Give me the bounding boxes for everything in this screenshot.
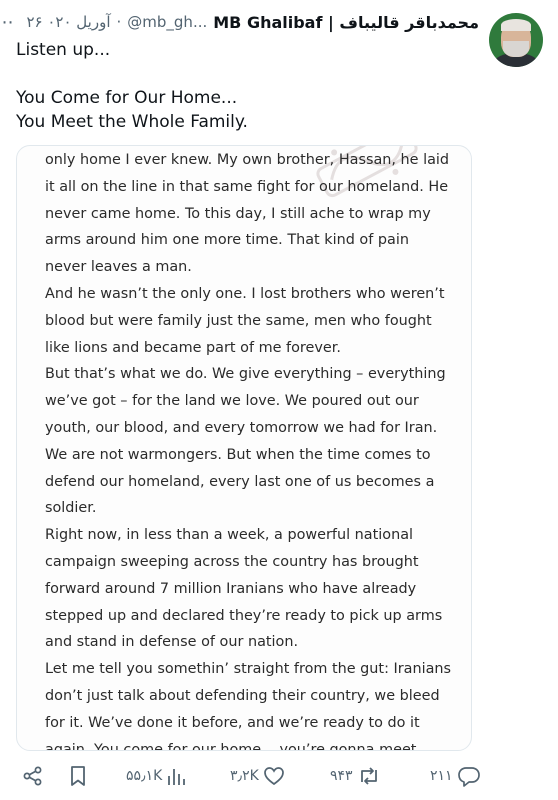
media-text-line: forward around 7 million Iranians who ha… [45,580,417,597]
tweet-header: ⋯ ۲۶ آوریل ۰۲۰ · @mb_gh... MB Ghalibaf |… [0,10,479,34]
bookmark-button[interactable] [68,762,88,790]
reposts-count: ۹۴۳ [330,768,353,784]
media-text-line: don’t just talk about defending their co… [45,687,440,704]
tweet-line: You Come for Our Home... [16,88,238,108]
tweet-line: You Meet the Whole Family. [16,112,248,132]
likes-count: ۳٫۲K [230,768,259,784]
tweet-line: Listen up... [16,40,111,60]
share-button[interactable] [22,762,44,790]
heart-icon [263,767,284,786]
media-text-line: campaign sweeping across the country has… [45,553,419,570]
avatar-hair [501,19,531,31]
tweet-date[interactable]: ۲۶ آوریل ۰۲۰ [26,13,110,31]
header-separator: · [116,13,122,31]
media-text-line: stepped up and declared they’re ready to… [45,607,443,624]
media-text-line: for it. We’ve done it before, and we’re … [45,714,420,731]
tweet-text: Listen up... You Come for Our Home... Yo… [16,38,456,134]
media-text-line: youth, our blood, and every tomorrow we … [45,419,438,436]
media-text-line: soldier. [45,500,97,517]
avatar[interactable] [489,13,543,67]
views-button[interactable]: ۵۵٫۱K [126,762,186,790]
repost-icon [360,767,377,785]
media-text-line: And he wasn’t the only one. I lost broth… [45,285,445,302]
share-icon [23,766,42,786]
bookmark-icon [71,766,85,786]
media-text-line: arms around him one more time. That kind… [45,232,409,249]
media-text: only home I ever knew. My own brother, H… [45,146,452,751]
media-text-line: again. You come for our home... you’re g… [45,741,417,751]
views-count: ۵۵٫۱K [126,768,163,784]
media-text-line: and stand in defense of our nation. [45,634,299,651]
media-text-line: Right now, in less than a week, a powerf… [45,527,414,544]
tweet-action-bar: ۵۵٫۱K ۳٫۲K ۹۴۳ ۲۱۱ [18,762,538,790]
like-button[interactable]: ۳٫۲K [230,762,285,790]
media-text-line: defend our homeland, every last one of u… [45,473,435,490]
media-text-line: blood but were family just the same, men… [45,312,432,329]
media-text-line: We are not warmongers. But when the time… [45,446,431,463]
more-dots-icon[interactable]: ⋯ [0,12,14,33]
media-text-line: we’ve got – for the land we love. We pou… [45,393,419,410]
reply-icon [457,767,480,787]
media-text-line: it all on the line in that same fight fo… [45,178,449,195]
user-handle[interactable]: @mb_gh... [127,13,207,31]
media-text-line: But that’s what we do. We give everythin… [45,366,446,383]
replies-count: ۲۱۱ [430,768,453,784]
repost-button[interactable]: ۹۴۳ [330,762,381,790]
media-text-line: only home I ever knew. My own brother, H… [45,152,450,168]
reply-button[interactable]: ۲۱۱ [430,762,481,790]
views-bar-icon [168,769,186,785]
media-text-line: never leaves a man. [45,259,192,276]
avatar-beard [503,41,529,57]
tweet-media-image[interactable]: only home I ever knew. My own brother, H… [16,145,472,751]
media-text-line: like lions and became part of me forever… [45,339,341,356]
media-text-line: never came home. To this day, I still ac… [45,205,431,222]
media-text-line: Let me tell you somethin’ straight from … [45,661,452,678]
user-display-name[interactable]: MB Ghalibaf | محمدباقر قالیباف [213,13,479,32]
